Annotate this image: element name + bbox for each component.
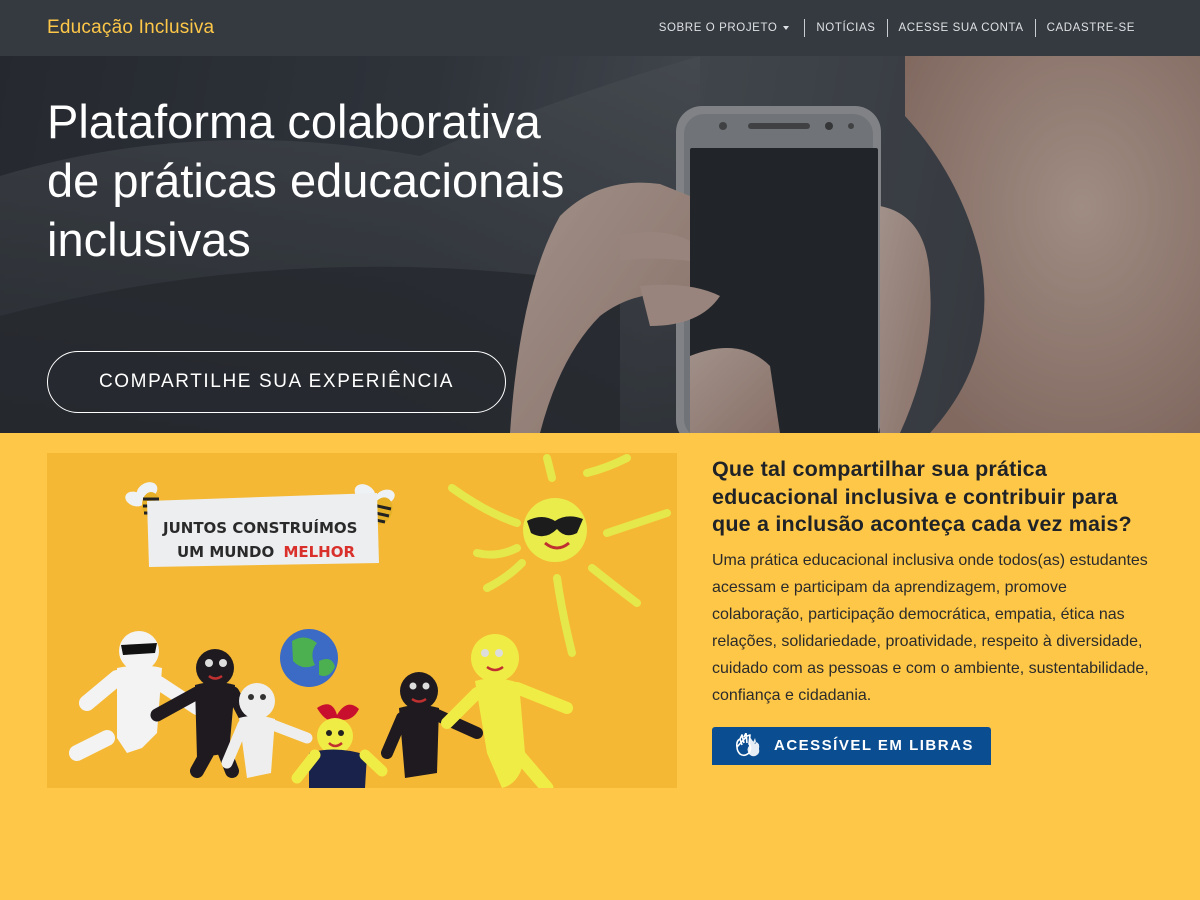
content-section: JUNTOS CONSTRUÍMOS UM MUNDO MELHOR Que t… [0,433,1200,900]
inclusion-illustration: JUNTOS CONSTRUÍMOS UM MUNDO MELHOR [47,453,677,788]
nav-item-sobre-o-projeto[interactable]: SOBRE O PROJETO [648,19,805,37]
svg-text:UM MUNDO MELHOR: UM MUNDO MELHOR [177,543,355,561]
sign-language-hands-icon [736,732,760,756]
nav-item-noticias[interactable]: NOTÍCIAS [804,19,886,37]
share-experience-button[interactable]: COMPARTILHE SUA EXPERIÊNCIA [47,351,506,413]
content-text-column: Que tal compartilhar sua prática educaci… [712,456,1162,765]
libras-button-label: ACESSÍVEL EM LIBRAS [774,737,974,754]
hero-title: Plataforma colaborativa de práticas educ… [47,95,565,266]
sign-line-2a: UM MUNDO [177,543,274,561]
libras-accessible-button[interactable]: ACESSÍVEL EM LIBRAS [712,726,991,765]
nav-item-cadastre-se[interactable]: CADASTRE-SE [1034,19,1146,37]
nav-menu: SOBRE O PROJETO NOTÍCIAS ACESSE SUA CONT… [648,19,1146,37]
sign-line-2b: MELHOR [283,543,355,561]
nav-item-acesse-sua-conta[interactable]: ACESSE SUA CONTA [886,19,1035,37]
caret-down-icon [783,26,790,30]
sign-board: JUNTOS CONSTRUÍMOS UM MUNDO MELHOR [147,493,379,567]
brand-link[interactable]: Educação Inclusiva [47,17,214,39]
hero-section: Plataforma colaborativa de práticas educ… [0,56,1200,433]
content-body: Uma prática educacional inclusiva onde t… [712,551,1149,704]
nav-item-label: SOBRE O PROJETO [658,22,778,34]
sign-line-1: JUNTOS CONSTRUÍMOS [162,518,357,537]
globe-figure [280,629,338,687]
navbar: Educação Inclusiva SOBRE O PROJETO NOTÍC… [0,0,1200,56]
content-heading: Que tal compartilhar sua prática educaci… [712,457,1132,536]
